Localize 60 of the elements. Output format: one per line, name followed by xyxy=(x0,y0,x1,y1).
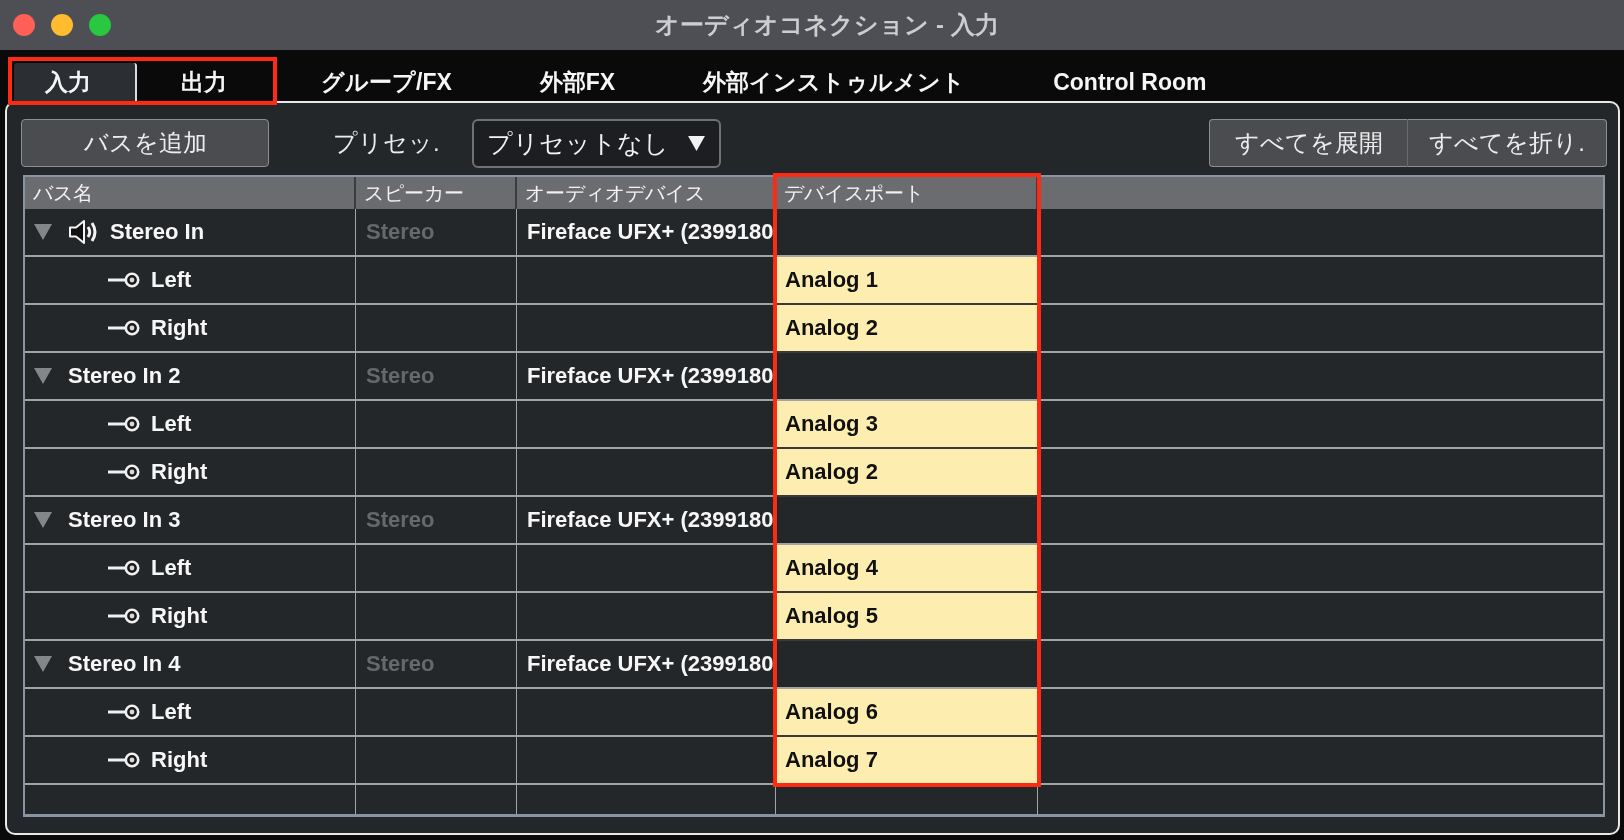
tab[interactable]: 入力 xyxy=(14,63,137,101)
column-header: バス名 xyxy=(33,180,93,206)
connector-icon xyxy=(108,416,140,432)
speaker-arrangement-text: Stereo xyxy=(366,507,435,533)
column-header: オーディオデバイス xyxy=(525,180,705,206)
window-title: オーディオコネクション - 入力 xyxy=(654,10,999,40)
audio-device-name: Fireface UFX+ (2399180 xyxy=(527,219,774,245)
close-icon[interactable] xyxy=(13,14,35,36)
audio-device-name: Fireface UFX+ (2399180 xyxy=(527,507,774,533)
device-port-cell[interactable]: Analog 6 xyxy=(776,689,1037,735)
minimize-icon[interactable] xyxy=(51,14,73,36)
collapse-all-button[interactable]: すべてを折り. xyxy=(1408,119,1607,167)
preset-label: プリセッ. xyxy=(333,128,440,158)
device-port-cell[interactable]: Analog 2 xyxy=(776,449,1037,495)
tab[interactable]: Control Room xyxy=(1009,63,1251,101)
zoom-icon[interactable] xyxy=(89,14,111,36)
connector-icon xyxy=(108,704,140,720)
channel-name: Left xyxy=(151,267,192,293)
add-bus-button[interactable]: バスを追加 xyxy=(21,119,269,167)
disclosure-triangle-icon[interactable] xyxy=(34,512,52,528)
connector-icon xyxy=(108,608,140,624)
channel-name: Right xyxy=(151,459,208,485)
device-port-cell[interactable]: Analog 3 xyxy=(776,401,1037,447)
tab[interactable]: 出力 xyxy=(137,63,271,101)
expand-all-button[interactable]: すべてを展開 xyxy=(1209,119,1408,167)
device-port-cell[interactable]: Analog 7 xyxy=(776,737,1037,783)
tab[interactable]: 外部FX xyxy=(495,63,660,101)
channel-name: Right xyxy=(151,315,208,341)
speaker-arrangement-text: Stereo xyxy=(366,219,435,245)
connector-icon xyxy=(108,464,140,480)
speaker-arrangement-text: Stereo xyxy=(366,651,435,677)
connector-icon xyxy=(108,320,140,336)
bus-name: Stereo In xyxy=(110,219,205,245)
device-port-cell[interactable]: Analog 1 xyxy=(776,257,1037,303)
device-port-cell[interactable]: Analog 2 xyxy=(776,305,1037,351)
connector-icon xyxy=(108,560,140,576)
tab[interactable]: 外部インストゥルメント xyxy=(659,63,1010,101)
disclosure-triangle-icon[interactable] xyxy=(34,656,52,672)
audio-device-name: Fireface UFX+ (2399180 xyxy=(527,651,774,677)
channel-name: Left xyxy=(151,555,192,581)
channel-name: Left xyxy=(151,699,192,725)
column-header: スピーカー xyxy=(364,180,464,206)
caret-icon xyxy=(687,135,705,151)
device-port-cell[interactable]: Analog 4 xyxy=(776,545,1037,591)
bus-name: Stereo In 2 xyxy=(68,363,181,389)
column-header: デバイスポート xyxy=(784,180,924,206)
speaker-arrangement-text: Stereo xyxy=(366,363,435,389)
bus-name: Stereo In 4 xyxy=(68,651,181,677)
connector-icon xyxy=(108,272,140,288)
channel-name: Right xyxy=(151,747,208,773)
bus-name: Stereo In 3 xyxy=(68,507,181,533)
channel-name: Right xyxy=(151,603,208,629)
tab[interactable]: グループ/FX xyxy=(277,63,496,101)
device-port-cell[interactable]: Analog 5 xyxy=(776,593,1037,639)
connector-icon xyxy=(108,752,140,768)
preset-dropdown[interactable]: プリセットなし xyxy=(471,118,721,168)
disclosure-triangle-icon[interactable] xyxy=(34,224,52,240)
channel-name: Left xyxy=(151,411,192,437)
audio-device-name: Fireface UFX+ (2399180 xyxy=(527,363,774,389)
disclosure-triangle-icon[interactable] xyxy=(34,368,52,384)
